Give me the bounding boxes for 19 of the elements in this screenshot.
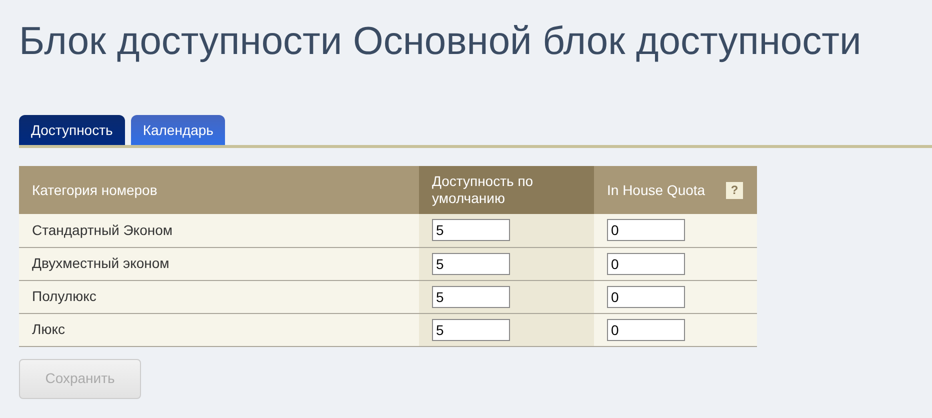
input-field[interactable]: 5 bbox=[432, 286, 510, 308]
input-field[interactable]: 0 bbox=[607, 318, 685, 340]
tab[interactable]: Доступность bbox=[19, 115, 125, 145]
input-field[interactable]: 0 bbox=[607, 286, 685, 308]
column-label: In House Quota bbox=[607, 182, 706, 198]
page-title: Блок доступности Основной блок доступности bbox=[19, 19, 862, 65]
help-icon[interactable]: ? bbox=[726, 182, 743, 198]
table-cell: Двухместный эконом bbox=[19, 247, 419, 280]
column-header: Категория номеров bbox=[19, 166, 419, 214]
column-header: Доступность по умолчанию bbox=[419, 166, 594, 214]
input-field[interactable]: 5 bbox=[432, 252, 510, 274]
table-cell: Люкс bbox=[19, 313, 419, 346]
table-cell: Стандартный Эконом bbox=[19, 214, 419, 247]
tab[interactable]: Календарь bbox=[130, 115, 226, 145]
input-field[interactable]: 0 bbox=[607, 252, 685, 274]
table-cell: Полулюкс bbox=[19, 280, 419, 313]
input-field[interactable]: 0 bbox=[607, 219, 685, 242]
input-field[interactable]: 5 bbox=[432, 318, 510, 340]
input-field[interactable]: 5 bbox=[432, 219, 510, 242]
